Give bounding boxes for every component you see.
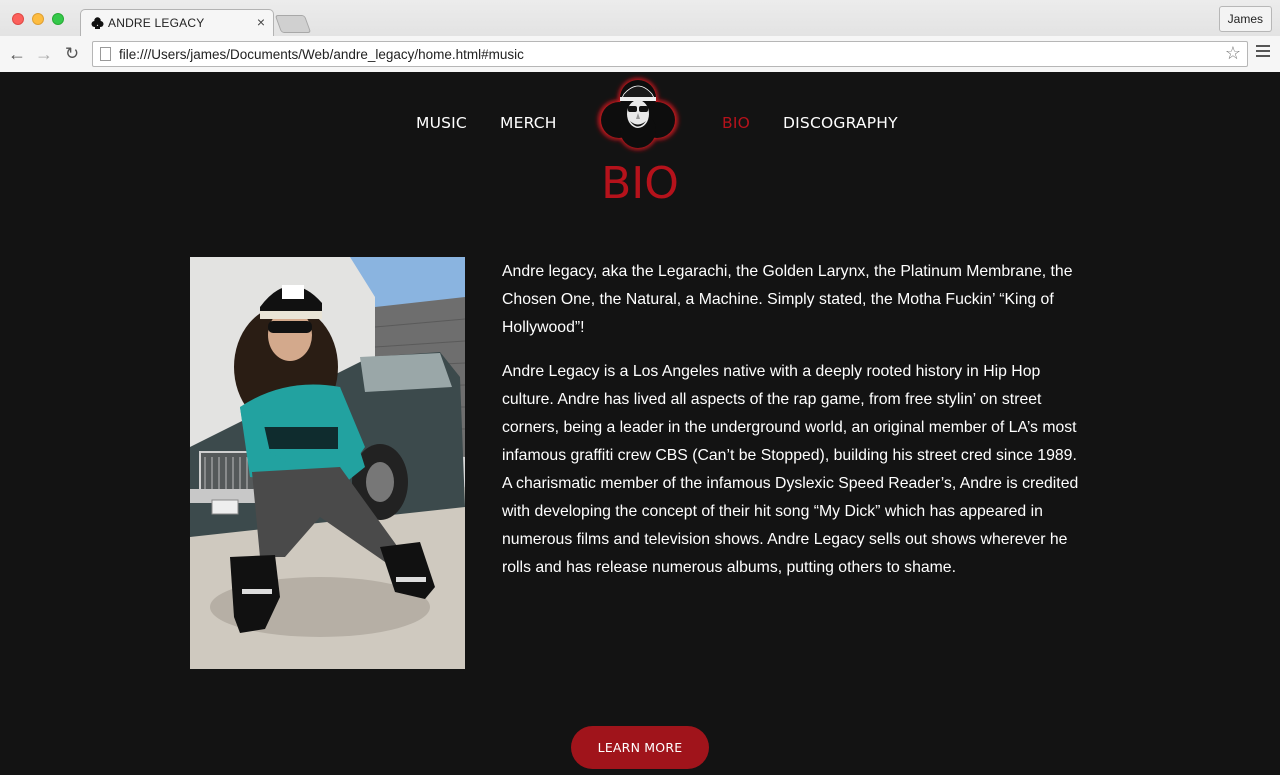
- close-window-button[interactable]: [12, 13, 24, 25]
- tab-strip: ANDRE LEGACY × James: [0, 0, 1280, 37]
- browser-tab[interactable]: ANDRE LEGACY ×: [80, 9, 274, 37]
- page-body: MUSIC MERCH BIO DISCOGRAPHY BIO Andre le…: [0, 72, 1280, 775]
- profile-button[interactable]: James: [1218, 6, 1272, 32]
- nav-link-merch[interactable]: MERCH: [500, 114, 557, 132]
- nav-link-music[interactable]: MUSIC: [416, 114, 467, 132]
- favicon-icon: [91, 17, 104, 29]
- new-tab-button[interactable]: [274, 15, 312, 33]
- hamburger-menu-icon[interactable]: [1256, 45, 1270, 57]
- artist-photo: [190, 257, 465, 669]
- nav-link-bio[interactable]: BIO: [722, 114, 750, 132]
- zoom-window-button[interactable]: [52, 13, 64, 25]
- minimize-window-button[interactable]: [32, 13, 44, 25]
- page-icon: [100, 47, 111, 61]
- section-title: BIO: [601, 158, 679, 209]
- bookmark-star-icon[interactable]: ☆: [1225, 43, 1241, 64]
- browser-toolbar: ← → ↻ file:///Users/james/Documents/Web/…: [0, 36, 1280, 72]
- tab-close-icon[interactable]: ×: [257, 14, 265, 30]
- bio-paragraph: Andre Legacy is a Los Angeles native wit…: [502, 363, 1079, 576]
- url-text[interactable]: file:///Users/james/Documents/Web/andre_…: [119, 47, 524, 62]
- andre-legacy-logo[interactable]: [592, 74, 684, 154]
- nav-link-discography[interactable]: DISCOGRAPHY: [783, 114, 898, 132]
- forward-arrow-icon[interactable]: →: [33, 43, 55, 65]
- learn-more-button[interactable]: LEARN MORE: [571, 726, 709, 769]
- bio-paragraph: Andre legacy, aka the Legarachi, the Gol…: [502, 263, 1073, 336]
- bio-text: Andre legacy, aka the Legarachi, the Gol…: [502, 258, 1086, 598]
- back-arrow-icon[interactable]: ←: [6, 43, 28, 65]
- browser-chrome: ANDRE LEGACY × James ← → ↻ file:///Users…: [0, 0, 1280, 72]
- reload-icon[interactable]: ↻: [61, 43, 83, 65]
- address-bar[interactable]: file:///Users/james/Documents/Web/andre_…: [92, 41, 1248, 67]
- tab-title: ANDRE LEGACY: [108, 16, 205, 30]
